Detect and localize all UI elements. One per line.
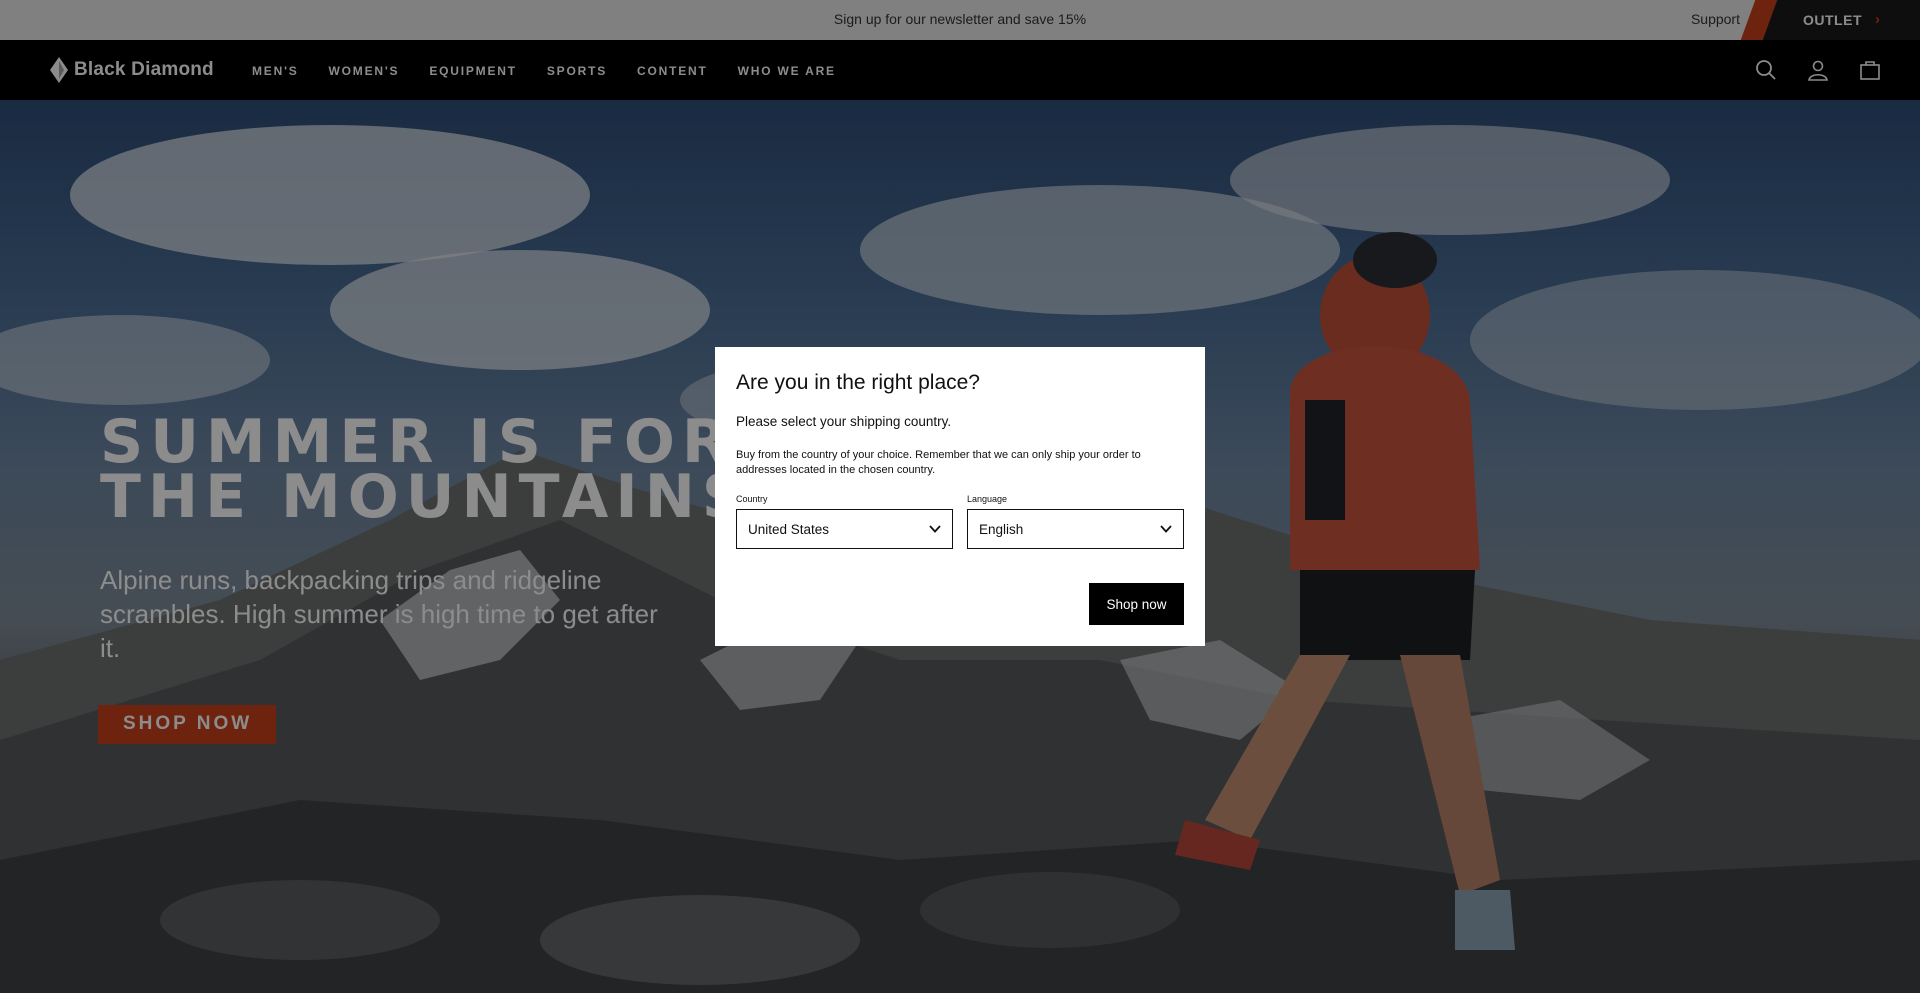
- shop-now-button[interactable]: Shop now: [1089, 583, 1184, 625]
- country-label: Country: [736, 494, 768, 504]
- modal-actions: Shop now: [1089, 583, 1184, 625]
- country-field: Country United States: [736, 494, 953, 549]
- language-field: Language English: [967, 494, 1184, 549]
- modal-title: Are you in the right place?: [736, 371, 980, 394]
- modal-fields: Country United States Language English: [736, 494, 1184, 549]
- language-select[interactable]: English: [967, 509, 1184, 549]
- language-label: Language: [967, 494, 1008, 504]
- chevron-down-icon: [1160, 525, 1172, 533]
- chevron-down-icon: [929, 525, 941, 533]
- country-select[interactable]: United States: [736, 509, 953, 549]
- language-select-value: English: [979, 522, 1024, 537]
- country-selector-modal: Are you in the right place? Please selec…: [715, 347, 1205, 646]
- country-select-value: United States: [748, 522, 830, 537]
- modal-lead-text: Please select your shipping country.: [736, 414, 952, 429]
- modal-note-text: Buy from the country of your choice. Rem…: [736, 449, 1141, 476]
